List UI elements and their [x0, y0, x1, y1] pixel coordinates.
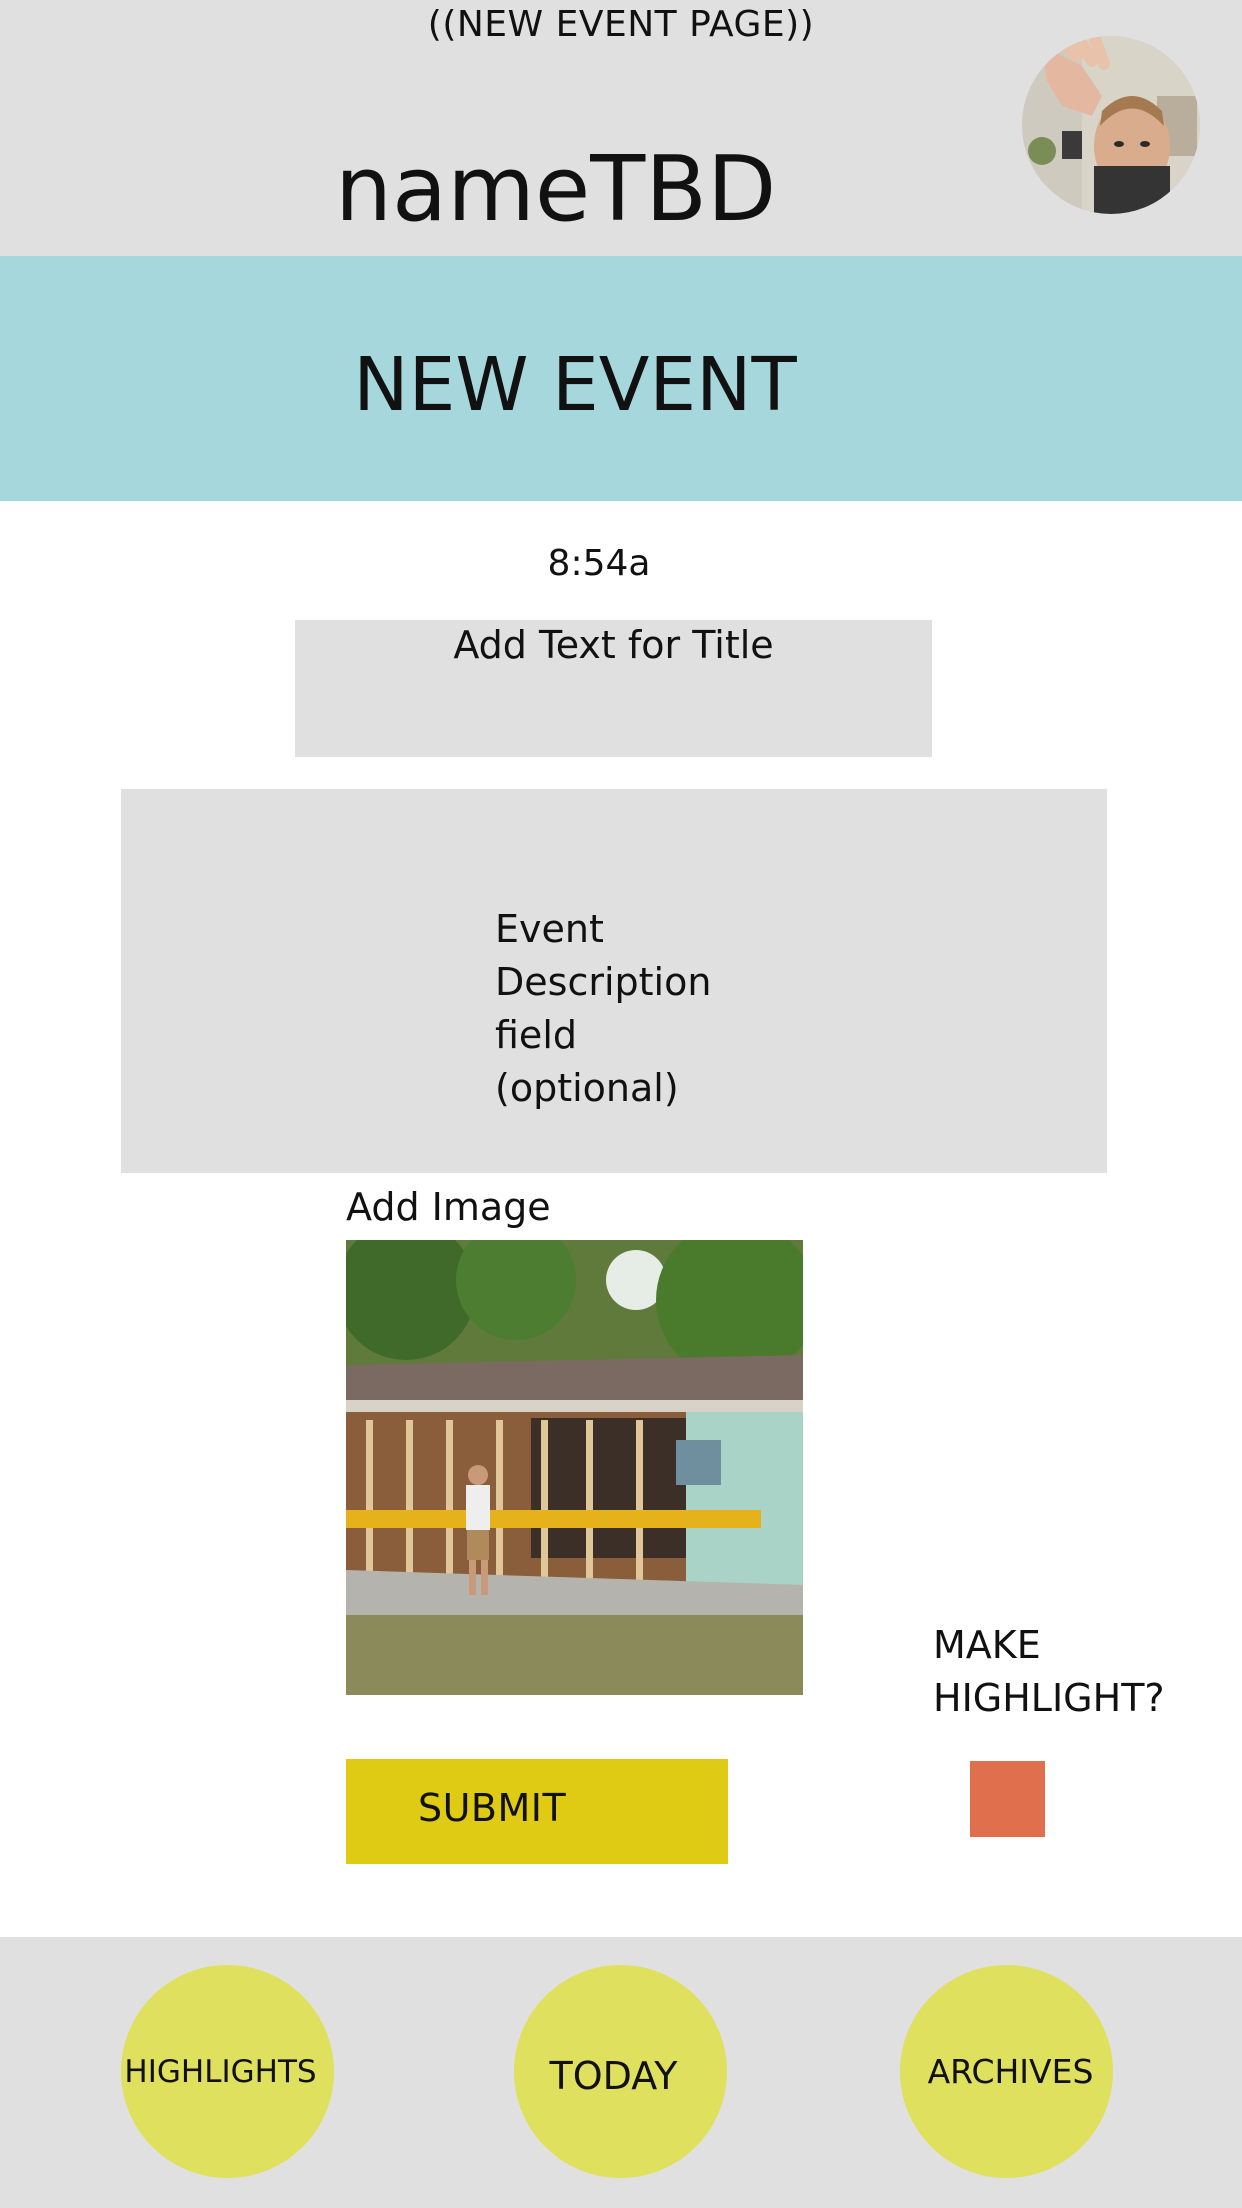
event-photo: [346, 1240, 803, 1695]
nav-archives-label: ARCHIVES: [927, 2052, 1094, 2091]
description-line: (optional): [495, 1066, 679, 1110]
page-label: ((NEW EVENT PAGE)): [427, 4, 815, 45]
highlight-label-line: HIGHLIGHT?: [933, 1676, 1165, 1720]
make-highlight-label: MAKE HIGHLIGHT?: [933, 1619, 1165, 1725]
event-description-placeholder: Event Description field (optional): [495, 903, 755, 1115]
add-image-label: Add Image: [346, 1185, 551, 1229]
nav-highlights-label: HIGHLIGHTS: [124, 2053, 317, 2090]
event-image-upload[interactable]: [346, 1240, 803, 1695]
event-title-placeholder: Add Text for Title: [453, 623, 774, 667]
description-line: field: [495, 1013, 577, 1057]
nav-archives-button[interactable]: ARCHIVES: [900, 1965, 1113, 2178]
nav-highlights-button[interactable]: HIGHLIGHTS: [121, 1965, 334, 2178]
nav-today-button[interactable]: TODAY: [514, 1965, 727, 2178]
app-name: nameTBD: [335, 137, 777, 242]
highlight-label-line: MAKE: [933, 1623, 1041, 1667]
make-highlight-checkbox[interactable]: [970, 1761, 1045, 1837]
banner-title: NEW EVENT: [353, 342, 797, 428]
description-line: Description: [495, 960, 712, 1004]
nav-today-label: TODAY: [549, 2053, 678, 2098]
avatar-photo: [1022, 36, 1200, 214]
event-time: 8:54a: [547, 543, 651, 584]
profile-avatar[interactable]: [1022, 36, 1200, 214]
description-line: Event: [495, 907, 604, 951]
submit-button-label: SUBMIT: [418, 1786, 567, 1830]
